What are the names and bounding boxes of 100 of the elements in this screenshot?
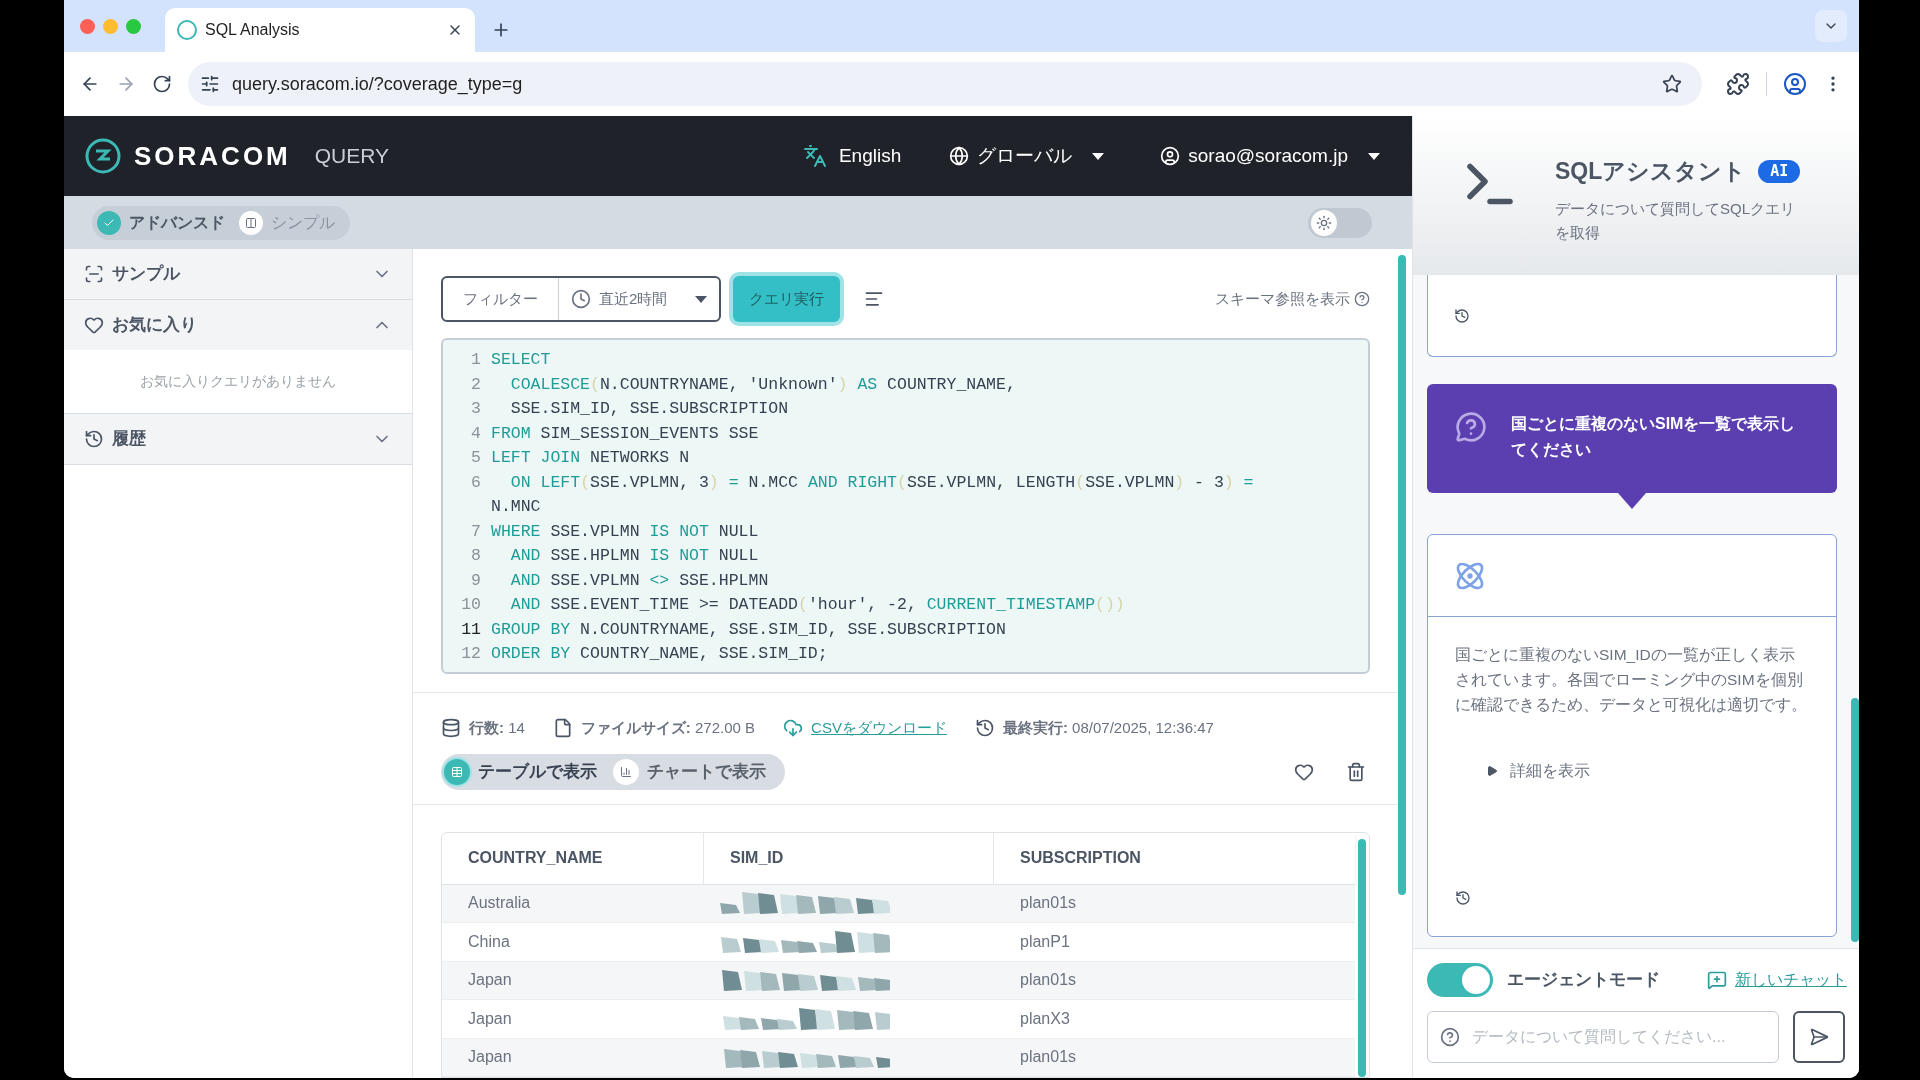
table-cell-text: Japan: [467, 1047, 513, 1068]
section-title: サンプル: [112, 263, 182, 286]
site-settings-icon[interactable]: [200, 74, 220, 94]
history-icon: [974, 718, 995, 739]
show-details-toggle[interactable]: 詳細を表示: [1486, 759, 1590, 783]
code-line: LEFT JOIN NETWORKS N: [491, 447, 690, 469]
table-cell-text: plan01s: [1019, 970, 1078, 991]
table-cell-text: Japan: [467, 970, 513, 991]
star-icon[interactable]: [1662, 74, 1682, 94]
assistant-subtitle: データについて質問してSQLクエリを取得: [1555, 198, 1796, 243]
user-dropdown[interactable]: sorao@soracom.jp: [1160, 141, 1380, 171]
region-dropdown[interactable]: グローバル: [949, 141, 1105, 171]
user-message: 国ごとに重複のないSIMを一覧で表示してください: [1511, 414, 1797, 460]
agent-mode-switch[interactable]: [1427, 963, 1493, 997]
line-number: 7: [470, 520, 481, 543]
sidebar-section-header[interactable]: お気に入り: [64, 300, 412, 350]
table-cell-text: Australia: [467, 893, 532, 914]
bar-chart-icon: [620, 765, 632, 778]
product-name: QUERY: [314, 143, 390, 170]
scrollbar[interactable]: [1358, 838, 1366, 1077]
result-info: 最終実行: 08/07/2025, 12:36:47: [1002, 718, 1214, 738]
history-icon[interactable]: [1455, 890, 1471, 906]
table-cell-text: plan01s: [1019, 1047, 1078, 1068]
cloud-download-icon: [783, 718, 804, 739]
scrollbar[interactable]: [1851, 698, 1859, 942]
line-number: 6: [470, 471, 481, 494]
code-line: AND SSE.EVENT_TIME >= DATEADD('hour', -2, CURRENT_TIMESTAMP()): [509, 594, 1125, 616]
trash-icon[interactable]: [1346, 761, 1366, 782]
user-icon: [1160, 146, 1181, 166]
section-title: お気に入り: [112, 314, 198, 337]
sample-icon: [84, 264, 104, 284]
assistant-title: SQLアシスタント: [1555, 157, 1747, 186]
sidebar-section-header[interactable]: サンプル: [64, 249, 412, 299]
new-chat-link[interactable]: 新しいチャット: [1735, 968, 1847, 992]
site-logo-icon: [177, 20, 197, 40]
code-line: SELECT: [491, 349, 551, 371]
code-line: COALESCE(N.COUNTRYNAME, 'Unknown') AS COUNTRY_NAME,: [509, 373, 1016, 396]
history-icon[interactable]: [1454, 307, 1470, 324]
line-number: 11: [460, 618, 481, 641]
address-bar[interactable]: query.soracom.io/?coverage_type=g: [188, 62, 1702, 106]
database-icon: [441, 718, 461, 739]
schema-link[interactable]: スキーマ参照を表示: [1215, 287, 1370, 311]
logo-icon: [84, 137, 122, 175]
line-number: 1: [470, 349, 481, 371]
columns-icon: [245, 216, 257, 229]
result-info: ファイルサイズ: 272.00 B: [580, 718, 756, 738]
clock-icon: [571, 289, 591, 309]
heart-icon: [84, 315, 104, 335]
help-icon: [1440, 1027, 1460, 1047]
brand-name: SORACOM: [134, 139, 291, 173]
empty-message: お気に入りクエリがありません: [140, 372, 336, 391]
language-button[interactable]: English: [802, 141, 902, 171]
history-icon: [84, 429, 104, 449]
send-icon: [1809, 1027, 1829, 1047]
agent-mode-label: エージェントモード: [1507, 969, 1660, 992]
response-text: 国ごとに重複のないSIM_IDの一覧が正しく表示されています。各国でローミング中のSIMを個別に確認できるため、データと可視化は適切です。: [1454, 645, 1808, 715]
question-input[interactable]: データについて質問してください...: [1472, 1025, 1766, 1049]
theme-switch[interactable]: [1308, 207, 1372, 238]
new-chat-icon: [1707, 970, 1727, 990]
line-number: 5: [470, 447, 481, 469]
line-number: 4: [470, 422, 481, 445]
code-line: AND SSE.VPLMN <> SSE.HPLMN: [509, 569, 769, 592]
line-number: 12: [460, 643, 481, 665]
filter-button[interactable]: フィルター: [443, 278, 559, 320]
expand-triangle-icon: [1486, 765, 1498, 777]
view-tab[interactable]: チャートで表示: [613, 756, 782, 787]
line-number: 2: [470, 373, 481, 396]
format-icon[interactable]: [864, 289, 885, 309]
table-cell-text: planP1: [1019, 931, 1071, 952]
code-line: ON LEFT(SSE.VPLMN, 3) = N.MCC AND RIGHT(SSE.VPLMN, LENGTH(SSE.VPLMN) - 3) = N.MNC: [491, 471, 1255, 518]
profile-icon[interactable]: [1783, 72, 1807, 96]
table-cell-text: China: [467, 931, 511, 952]
code-line: SSE.SIM_ID, SSE.SUBSCRIPTION: [509, 398, 789, 420]
column-header[interactable]: COUNTRY_NAME: [442, 832, 704, 884]
tab-title: SQL Analysis: [205, 20, 301, 40]
puzzle-icon[interactable]: [1726, 72, 1750, 96]
table-cell-text: Japan: [467, 1008, 513, 1029]
sidebar-section-header[interactable]: 履歴: [64, 414, 412, 464]
code-line: WHERE SSE.VPLMN IS NOT NULL: [491, 520, 759, 543]
table-cell-text: planX3: [1019, 1008, 1071, 1029]
send-button[interactable]: [1793, 1011, 1845, 1063]
heart-icon[interactable]: [1294, 761, 1314, 782]
line-number: 9: [470, 569, 481, 592]
view-tab[interactable]: テーブルで表示: [444, 756, 613, 787]
column-header[interactable]: SUBSCRIPTION: [994, 832, 1355, 884]
reload-icon[interactable]: [152, 74, 172, 94]
table-icon: [451, 765, 463, 778]
code-line: AND SSE.HPLMN IS NOT NULL: [509, 545, 759, 567]
column-header[interactable]: SIM_ID: [704, 832, 994, 884]
scrollbar[interactable]: [1398, 255, 1406, 895]
globe-icon: [949, 146, 970, 166]
line-number: 3: [470, 398, 481, 420]
code-editor[interactable]: [441, 338, 1370, 674]
input-frame[interactable]: データについて質問してください...: [1427, 1011, 1779, 1063]
caret-icon: [1092, 152, 1105, 160]
section-title: 履歴: [112, 428, 147, 451]
browser-tab[interactable]: SQL Analysis: [165, 8, 475, 52]
code-line: GROUP BY N.COUNTRYNAME, SSE.SIM_ID, SSE.SUBSCRIPTION: [491, 618, 1006, 641]
time-range-dropdown[interactable]: 直近2時間: [559, 278, 720, 320]
table-cell-text: plan01s: [1019, 893, 1078, 914]
